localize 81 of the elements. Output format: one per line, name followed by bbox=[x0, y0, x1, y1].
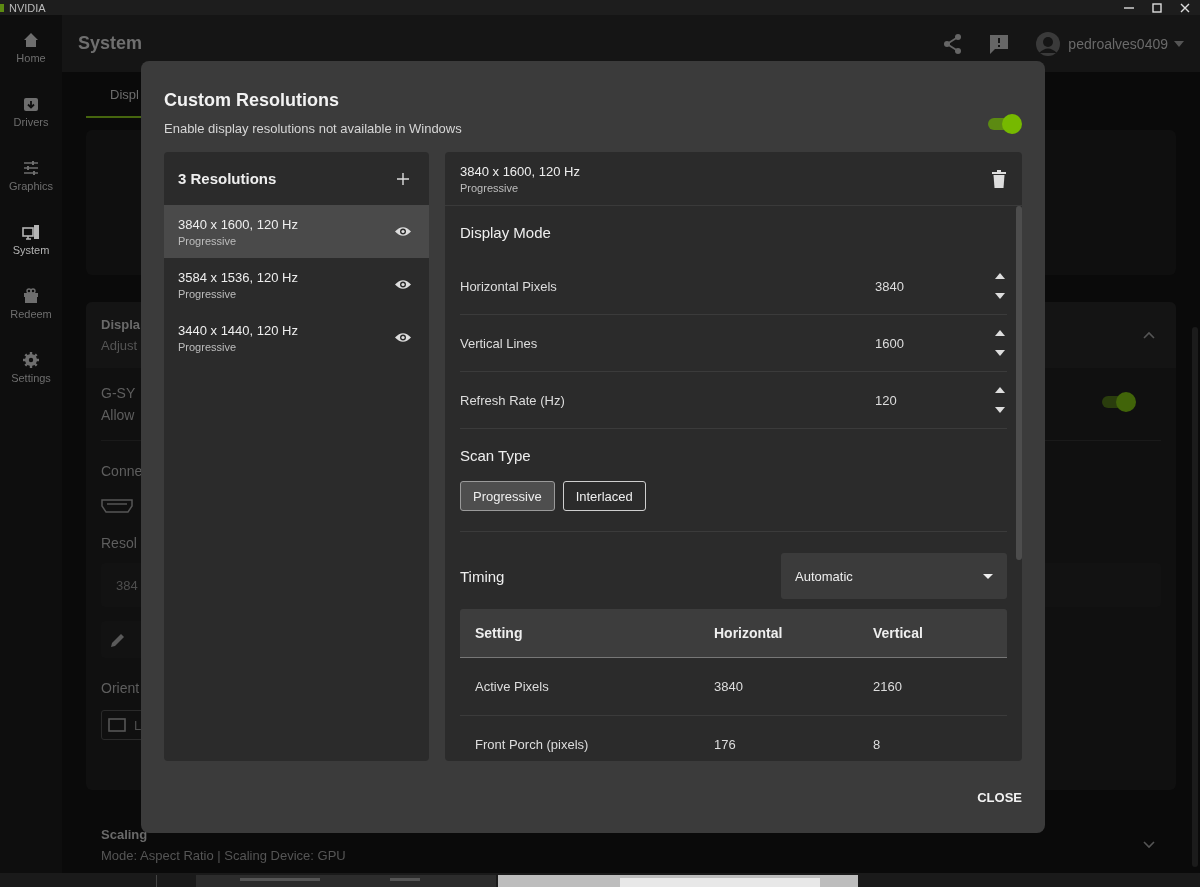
scan-type-button[interactable]: Progressive bbox=[460, 481, 555, 511]
caret-icon[interactable] bbox=[1174, 40, 1184, 47]
section-title: Displa bbox=[101, 317, 140, 332]
number-field[interactable]: 1600 bbox=[875, 335, 995, 351]
setting-title: G-SY bbox=[101, 385, 136, 401]
scrollbar-thumb[interactable] bbox=[1016, 206, 1022, 560]
field-label: Vertical Lines bbox=[460, 335, 539, 351]
close-button[interactable]: CLOSE bbox=[971, 783, 1022, 811]
resolution-item[interactable]: 3584 x 1536, 120 Hz Progressive bbox=[164, 258, 429, 311]
section-title: Scaling bbox=[101, 826, 149, 842]
triangle-down-icon[interactable] bbox=[995, 407, 1005, 413]
table-cell-text: 3840 bbox=[714, 679, 744, 694]
sidebar-item[interactable]: Home bbox=[0, 15, 62, 79]
scan-type: Progressive bbox=[178, 340, 238, 353]
section-subtitle: Adjust bbox=[101, 338, 139, 353]
sliders-icon bbox=[21, 158, 41, 178]
detail-title: 3840 x 1600, 120 Hz bbox=[460, 163, 580, 179]
trash-icon[interactable] bbox=[992, 169, 1006, 188]
section-label: Orient bbox=[101, 680, 140, 696]
number-field[interactable]: 120 bbox=[875, 392, 995, 408]
eye-icon[interactable] bbox=[395, 332, 411, 343]
sidebar-item[interactable]: Redeem bbox=[0, 271, 62, 335]
computer-icon bbox=[21, 222, 41, 242]
resolution-name: 3840 x 1600, 120 Hz bbox=[178, 216, 298, 232]
sidebar-item[interactable]: System bbox=[0, 207, 62, 271]
triangle-down-icon[interactable] bbox=[995, 293, 1005, 299]
triangle-up-icon[interactable] bbox=[995, 387, 1005, 393]
chevron-up-icon[interactable] bbox=[1142, 330, 1156, 340]
chevron-down-icon[interactable] bbox=[1142, 839, 1156, 850]
field-label: Refresh Rate (Hz) bbox=[460, 392, 566, 408]
triangle-up-icon[interactable] bbox=[995, 273, 1005, 279]
eye-icon[interactable] bbox=[395, 279, 411, 290]
setting-description: Allow bbox=[101, 407, 136, 423]
section-heading: Scan Type bbox=[460, 445, 532, 466]
resolution-item[interactable]: 3840 x 1600, 120 Hz Progressive bbox=[164, 205, 429, 258]
section-label: Conne bbox=[101, 463, 143, 479]
section-heading: Timing bbox=[460, 567, 505, 585]
feedback-icon[interactable] bbox=[988, 32, 1011, 55]
triangle-up-icon[interactable] bbox=[995, 330, 1005, 336]
gear-icon bbox=[21, 350, 41, 370]
dialog-subtitle: Enable display resolutions not available in Windows bbox=[164, 121, 462, 136]
section-subtitle: Mode: Aspect Ratio | Scaling Device: GPU bbox=[101, 847, 346, 863]
field-label: Horizontal Pixels bbox=[460, 278, 558, 294]
table-cell-text: 176 bbox=[714, 737, 737, 752]
number-field[interactable]: 3840 bbox=[875, 278, 995, 294]
timing-dropdown[interactable]: Automatic bbox=[781, 553, 1007, 599]
plus-icon[interactable] bbox=[397, 172, 409, 185]
toggle-switch[interactable] bbox=[1102, 392, 1136, 412]
sidebar-item[interactable]: Settings bbox=[0, 335, 62, 399]
scan-type: Progressive bbox=[178, 287, 238, 300]
section-heading: Display Mode bbox=[460, 222, 552, 243]
window-title: NVIDIA bbox=[9, 1, 46, 14]
toggle-switch[interactable] bbox=[988, 114, 1022, 134]
caret-icon bbox=[983, 573, 993, 579]
maximize-icon[interactable] bbox=[1152, 2, 1162, 13]
column-header: Vertical bbox=[873, 625, 923, 641]
table-cell: 2160 bbox=[873, 679, 902, 694]
rectangle-icon bbox=[108, 718, 126, 732]
hdmi-port-icon bbox=[101, 499, 133, 513]
list-title: 3 Resolutions bbox=[178, 170, 277, 187]
table-cell-text: Front Porch (pixels) bbox=[475, 737, 590, 752]
page-title: System bbox=[78, 33, 143, 54]
resolution-name: 3584 x 1536, 120 Hz bbox=[178, 269, 298, 285]
dialog-title: Custom Resolutions bbox=[164, 90, 340, 111]
table-cell: 8 bbox=[873, 737, 881, 752]
column-header: Setting bbox=[475, 625, 524, 641]
section-label: Resol bbox=[101, 535, 137, 551]
column-header: Horizontal bbox=[714, 625, 784, 641]
logo-icon bbox=[0, 3, 4, 12]
resolution-item[interactable]: 3440 x 1440, 120 Hz Progressive bbox=[164, 311, 429, 364]
scan-type: Progressive bbox=[178, 234, 238, 247]
close-icon[interactable] bbox=[1180, 2, 1190, 13]
triangle-down-icon[interactable] bbox=[995, 350, 1005, 356]
eye-icon[interactable] bbox=[395, 226, 411, 237]
sidebar-item[interactable]: Graphics bbox=[0, 143, 62, 207]
sidebar-item[interactable]: Drivers bbox=[0, 79, 62, 143]
table-cell-text: Active Pixels bbox=[475, 679, 550, 694]
scan-type-button[interactable]: Interlaced bbox=[562, 481, 646, 511]
resolution-name: 3440 x 1440, 120 Hz bbox=[178, 322, 298, 338]
detail-subtitle: Progressive bbox=[460, 181, 520, 194]
gift-icon bbox=[21, 286, 41, 306]
